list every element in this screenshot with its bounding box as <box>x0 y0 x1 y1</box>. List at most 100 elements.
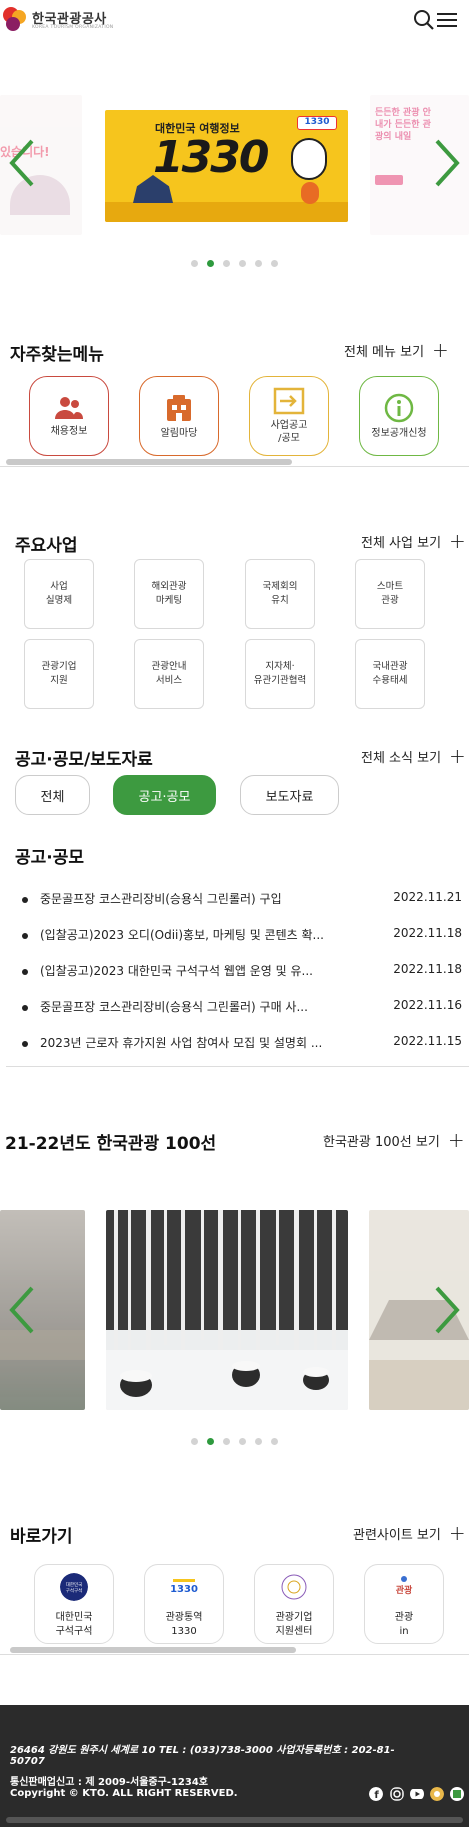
pagination-dot[interactable] <box>255 260 262 267</box>
quick-item-label: 알림마당 <box>160 427 198 439</box>
blog-icon[interactable] <box>430 1787 444 1801</box>
pagination-dot-active[interactable] <box>207 1438 214 1445</box>
news-title[interactable]: 중문골프장 코스관리장비(승용식 그린롤러) 구매 사... <box>40 998 340 1015</box>
pagination-dot[interactable] <box>239 260 246 267</box>
slider-prev-arrow-icon[interactable] <box>2 133 42 193</box>
instagram-icon[interactable] <box>390 1787 404 1801</box>
quick-menu-all-link[interactable]: 전체 메뉴 보기 + <box>344 340 449 360</box>
quick-item-recruit[interactable]: 채용정보 <box>29 376 109 456</box>
slider-next-arrow-icon[interactable] <box>427 133 467 193</box>
facebook-icon[interactable]: f <box>369 1787 383 1801</box>
hamburger-menu-icon[interactable] <box>436 10 458 30</box>
tour100-title: 21-22년도 한국관광 100선 <box>5 1134 217 1154</box>
tab-all[interactable]: 전체 <box>15 775 90 815</box>
tab-press[interactable]: 보도자료 <box>240 775 339 815</box>
site-header: 한국관광공사 KOREA TOURISM ORGANIZATION <box>0 0 469 40</box>
bullet-icon <box>22 933 28 939</box>
plus-icon: + <box>449 744 466 768</box>
hero-slider: 있습니다! 대한민국 여행정보 1330 1330 든든한 관광 안내가 든든한… <box>0 95 469 245</box>
footer-address-2: 50707 <box>10 1756 45 1767</box>
list-item[interactable]: 2023년 근로자 휴가지원 사업 참여사 모집 및 설명회 ... 2022.… <box>22 1034 462 1054</box>
footer-license: 통신판매업신고 : 제 2009-서울중구-1234호 <box>10 1777 209 1788</box>
pagination-dot[interactable] <box>255 1438 262 1445</box>
business-item[interactable]: 관광안내 서비스 <box>134 639 204 709</box>
plus-icon: + <box>449 529 466 553</box>
shortcuts-scrollbar[interactable] <box>10 1647 296 1653</box>
list-item[interactable]: (입찰공고)2023 오디(Odii)홍보, 마케팅 및 콘텐츠 확... 20… <box>22 926 462 946</box>
hero-slide-tag: 1330 <box>297 116 337 130</box>
quick-menu-all-label: 전체 메뉴 보기 <box>344 344 425 360</box>
list-item[interactable]: 중문골프장 코스관리장비(승용식 그린롤러) 구입 2022.11.21 <box>22 890 462 910</box>
notice-all-label: 전체 소식 보기 <box>361 750 442 766</box>
pagination-dot[interactable] <box>271 260 278 267</box>
quick-item-info-request[interactable]: 정보공개신청 <box>359 376 439 456</box>
1330-logo-icon: 1330 <box>170 1579 198 1595</box>
quick-item-business-notice[interactable]: 사업공고 /공모 <box>249 376 329 456</box>
news-title[interactable]: (입찰공고)2023 오디(Odii)홍보, 마케팅 및 콘텐츠 확... <box>40 926 340 943</box>
pagination-dot[interactable] <box>223 260 230 267</box>
people-icon <box>55 396 83 419</box>
svg-text:대한민국: 대한민국 <box>66 1581 83 1588</box>
slider-next-arrow-icon[interactable] <box>427 1280 467 1340</box>
quick-menu-scrollbar[interactable] <box>6 459 292 465</box>
hero-slider-pagination <box>191 260 278 267</box>
pagination-dot[interactable] <box>239 1438 246 1445</box>
shortcuts-all-link[interactable]: 관련사이트 보기 + <box>353 1523 466 1543</box>
tour100-all-label: 한국관광 100선 보기 <box>323 1134 440 1150</box>
pagination-dot[interactable] <box>191 260 198 267</box>
news-title[interactable]: 2023년 근로자 휴가지원 사업 참여사 모집 및 설명회 ... <box>40 1034 340 1051</box>
svg-text:구석구석: 구석구석 <box>66 1587 83 1594</box>
business-item[interactable]: 스마트 관광 <box>355 559 425 629</box>
notice-title: 공고·공모/보도자료 <box>15 750 153 770</box>
shortcut-1330[interactable]: 1330 관광통역 1330 <box>144 1564 224 1644</box>
tab-announcement[interactable]: 공고·공모 <box>113 775 216 815</box>
business-item[interactable]: 국내관광 수용태세 <box>355 639 425 709</box>
pagination-dot[interactable] <box>191 1438 198 1445</box>
kto-logo-icon[interactable] <box>2 6 28 32</box>
tour100-slider <box>0 1210 469 1410</box>
youtube-icon[interactable] <box>410 1787 424 1801</box>
shortcut-label: 관광기업 지원센터 <box>275 1612 313 1637</box>
app-icon[interactable] <box>450 1787 464 1801</box>
news-date: 2022.11.15 <box>393 1034 462 1048</box>
footer-scrollbar[interactable] <box>6 1817 463 1823</box>
hero-slide-number: 1330 <box>153 132 269 183</box>
notice-subtitle: 공고·공모 <box>15 848 85 868</box>
tour-slide-current[interactable] <box>106 1210 348 1410</box>
business-item[interactable]: 국제회의 유치 <box>245 559 315 629</box>
shortcut-tourism-in[interactable]: 관광 관광 in <box>364 1564 444 1644</box>
list-item[interactable]: 중문골프장 코스관리장비(승용식 그린롤러) 구매 사... 2022.11.1… <box>22 998 462 1018</box>
tour100-all-link[interactable]: 한국관광 100선 보기 + <box>323 1130 465 1150</box>
news-date: 2022.11.18 <box>393 962 462 976</box>
list-item[interactable]: (입찰공고)2023 대한민국 구석구석 웹앱 운영 및 유... 2022.1… <box>22 962 462 982</box>
notice-all-link[interactable]: 전체 소식 보기 + <box>361 746 466 766</box>
business-item[interactable]: 관광기업 지원 <box>24 639 94 709</box>
business-item[interactable]: 해외관광 마케팅 <box>134 559 204 629</box>
business-item[interactable]: 지자체· 유관기관협력 <box>245 639 315 709</box>
shortcut-visitkorea[interactable]: 대한민국 구석구석 대한민국 구석구석 <box>34 1564 114 1644</box>
plus-icon: + <box>448 1521 466 1545</box>
slider-prev-arrow-icon[interactable] <box>2 1280 42 1340</box>
shortcut-tourism-support[interactable]: 관광기업 지원센터 <box>254 1564 334 1644</box>
hero-slide-current[interactable]: 대한민국 여행정보 1330 1330 <box>105 110 348 222</box>
news-title[interactable]: (입찰공고)2023 대한민국 구석구석 웹앱 운영 및 유... <box>40 962 340 979</box>
pagination-dot-active[interactable] <box>207 260 214 267</box>
visitkorea-logo-icon: 대한민국 구석구석 <box>60 1573 88 1601</box>
svg-text:1330: 1330 <box>170 1584 198 1595</box>
plus-icon: + <box>447 1128 465 1152</box>
building-icon <box>167 394 191 421</box>
search-icon[interactable] <box>412 8 436 32</box>
business-item[interactable]: 사업 실명제 <box>24 559 94 629</box>
tour100-pagination <box>191 1438 278 1445</box>
tourism-in-logo-icon: 관광 <box>396 1576 413 1596</box>
news-title[interactable]: 중문골프장 코스관리장비(승용식 그린롤러) 구입 <box>40 890 340 907</box>
tourism-support-logo-icon <box>281 1574 307 1600</box>
pagination-dot[interactable] <box>271 1438 278 1445</box>
bullet-icon <box>22 1041 28 1047</box>
svg-text:관광: 관광 <box>396 1584 413 1596</box>
news-date: 2022.11.21 <box>393 890 462 904</box>
quick-item-notice[interactable]: 알림마당 <box>139 376 219 456</box>
hero-slide-next-text: 든든한 관광 안내가 든든한 관광의 내일 <box>375 108 431 143</box>
business-all-link[interactable]: 전체 사업 보기 + <box>361 531 466 551</box>
pagination-dot[interactable] <box>223 1438 230 1445</box>
